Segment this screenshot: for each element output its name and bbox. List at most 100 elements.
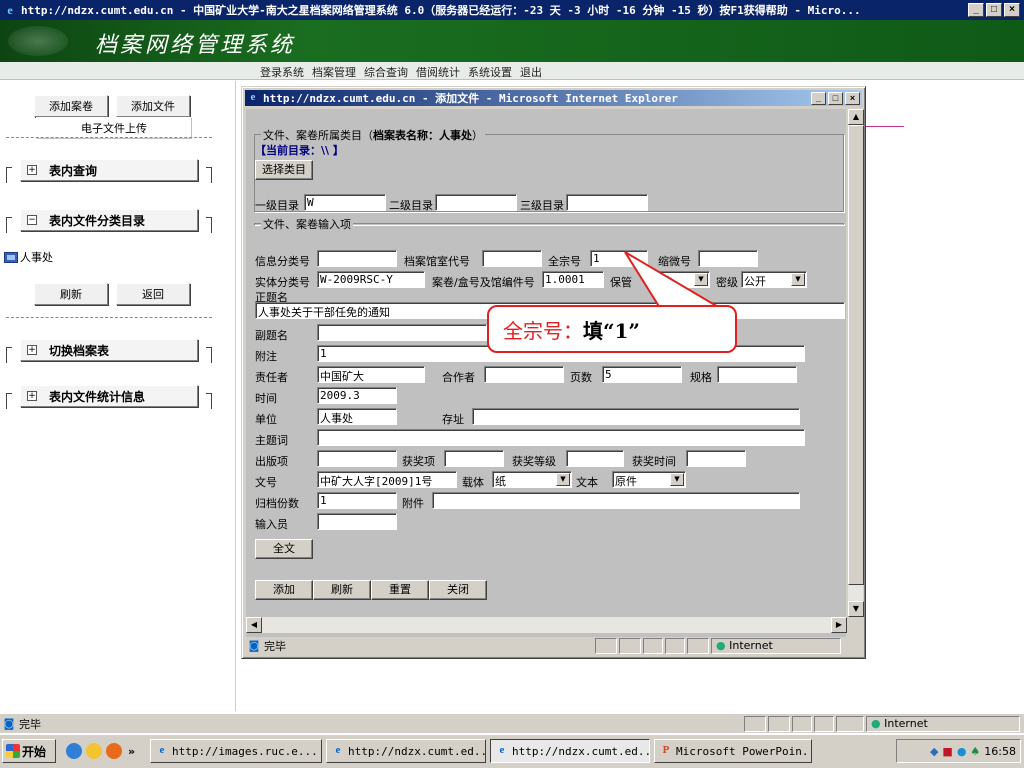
upload-button[interactable]: 电子文件上传 <box>36 117 192 139</box>
ie-icon: e <box>7 2 13 17</box>
ie-quicklaunch-icon[interactable] <box>66 743 82 759</box>
scroll-up-icon[interactable]: ▲ <box>848 109 864 125</box>
copies-input[interactable]: 1 <box>317 492 397 509</box>
popup-minimize-button[interactable]: _ <box>811 91 826 105</box>
spec-input[interactable] <box>717 366 797 383</box>
nav-archive-mgmt[interactable]: 档案管理 <box>312 64 356 80</box>
refresh-form-button[interactable]: 刷新 <box>313 580 371 600</box>
pub-input[interactable] <box>317 450 397 467</box>
level1-input[interactable]: W <box>304 194 386 211</box>
time-label: 时间 <box>255 392 277 405</box>
task-button-4[interactable]: P Microsoft PowerPoin... <box>654 739 812 763</box>
minimize-button[interactable]: _ <box>968 3 984 17</box>
scroll-left-icon[interactable]: ◀ <box>246 617 262 633</box>
tree-item-personnel[interactable]: 人事处 <box>4 249 53 265</box>
nav-borrow-stats[interactable]: 借阅统计 <box>416 64 460 80</box>
coop-input[interactable] <box>484 366 564 383</box>
more-icon[interactable]: » <box>128 745 135 758</box>
add-button[interactable]: 添加 <box>255 580 313 600</box>
powerpoint-icon: P <box>662 744 670 756</box>
award-level-input[interactable] <box>566 450 624 467</box>
pages-label: 页数 <box>570 371 592 384</box>
popup-maximize-button[interactable]: □ <box>828 91 843 105</box>
app-quicklaunch-icon[interactable] <box>106 743 122 759</box>
tray-icon-3[interactable]: ● <box>957 745 967 758</box>
award-time-input[interactable] <box>686 450 746 467</box>
entity-input[interactable]: W-2009RSC-Y <box>317 271 425 288</box>
divider <box>6 137 212 138</box>
secret-select[interactable]: 公开 ▼ <box>741 271 807 288</box>
back-button[interactable]: 返回 <box>116 283 190 305</box>
clock[interactable]: 16:58 <box>984 745 1016 758</box>
dropdown-arrow-icon: ▼ <box>670 473 684 486</box>
section-switch-table[interactable]: + 切换档案表 <box>6 339 212 363</box>
input-legend: 文件、案卷输入项 <box>261 216 353 232</box>
tray-icon-1[interactable]: ◆ <box>930 745 938 758</box>
scroll-thumb[interactable] <box>848 125 864 585</box>
callout-label: 全宗号： <box>503 318 583 343</box>
expand-icon: + <box>27 165 37 175</box>
vertical-scrollbar[interactable]: ▲ ▼ <box>847 109 864 617</box>
fulltext-button[interactable]: 全文 <box>255 539 313 559</box>
add-file-button[interactable]: 添加文件 <box>116 95 190 117</box>
archive-code-input[interactable] <box>482 250 542 267</box>
time-input[interactable]: 2009.3 <box>317 387 397 404</box>
tray-icon-4[interactable]: ♠ <box>970 745 980 758</box>
reset-button[interactable]: 重置 <box>371 580 429 600</box>
level2-input[interactable] <box>435 194 517 211</box>
task-button-3[interactable]: e http://ndzx.cumt.ed... <box>490 739 650 763</box>
doc-no-input[interactable]: 中矿大人字[2009]1号 <box>317 471 457 488</box>
scroll-down-icon[interactable]: ▼ <box>848 601 864 617</box>
nav-login[interactable]: 登录系统 <box>260 64 304 80</box>
subtitle-input[interactable] <box>317 324 487 341</box>
ie-icon: e <box>250 91 256 103</box>
level3-input[interactable] <box>566 194 648 211</box>
task-button-2[interactable]: e http://ndzx.cumt.ed... <box>326 739 486 763</box>
divider <box>6 317 212 318</box>
carrier-label: 载体 <box>462 476 484 489</box>
refresh-button[interactable]: 刷新 <box>34 283 108 305</box>
start-button[interactable]: 开始 <box>2 739 56 763</box>
desktop-quicklaunch-icon[interactable] <box>86 743 102 759</box>
tray-icon-2[interactable]: ■ <box>942 745 952 758</box>
archive-code-label: 档案馆室代号 <box>404 255 470 268</box>
subject-input[interactable] <box>317 429 805 446</box>
horizontal-scrollbar[interactable]: ◀ ▶ <box>246 617 847 633</box>
resp-input[interactable]: 中国矿大 <box>317 366 425 383</box>
section-query[interactable]: + 表内查询 <box>6 159 212 183</box>
nav-logout[interactable]: 退出 <box>520 64 542 80</box>
section-stats[interactable]: + 表内文件统计信息 <box>6 385 212 409</box>
info-code-input[interactable] <box>317 250 397 267</box>
annex-input[interactable] <box>432 492 800 509</box>
ie-icon: e <box>335 744 341 756</box>
dropdown-arrow-icon: ▼ <box>556 473 570 486</box>
nav-settings[interactable]: 系统设置 <box>468 64 512 80</box>
decorative-line <box>866 126 904 127</box>
box-input[interactable]: 1.0001 <box>542 271 604 288</box>
app-banner: 档案网络管理系统 <box>0 20 1024 62</box>
award-input[interactable] <box>444 450 504 467</box>
award-level-label: 获奖等级 <box>512 455 556 468</box>
unit-input[interactable]: 人事处 <box>317 408 397 425</box>
fonds-label: 全宗号 <box>548 255 581 268</box>
loc-input[interactable] <box>472 408 800 425</box>
pages-input[interactable]: 5 <box>602 366 682 383</box>
nav-query[interactable]: 综合查询 <box>364 64 408 80</box>
security-icon <box>619 638 641 654</box>
subject-label: 主题词 <box>255 434 288 447</box>
popup-close-button[interactable]: × <box>845 91 860 105</box>
security-icon <box>768 716 790 732</box>
scroll-right-icon[interactable]: ▶ <box>831 617 847 633</box>
section-category[interactable]: − 表内文件分类目录 <box>6 209 212 233</box>
close-button[interactable]: × <box>1004 3 1020 17</box>
text-select[interactable]: 原件 ▼ <box>612 471 686 488</box>
popup-title-bar[interactable]: e http://ndzx.cumt.edu.cn - 添加文件 - Micro… <box>245 90 862 106</box>
carrier-select[interactable]: 纸 ▼ <box>492 471 572 488</box>
add-volume-button[interactable]: 添加案卷 <box>34 95 108 117</box>
task-button-1[interactable]: e http://images.ruc.e... <box>150 739 322 763</box>
maximize-button[interactable]: □ <box>986 3 1002 17</box>
window-title-bar[interactable]: e http://ndzx.cumt.edu.cn - 中国矿业大学-南大之星档… <box>0 0 1024 20</box>
close-form-button[interactable]: 关闭 <box>429 580 487 600</box>
choose-category-button[interactable]: 选择类目 <box>255 160 313 180</box>
input-by-input[interactable] <box>317 513 397 530</box>
